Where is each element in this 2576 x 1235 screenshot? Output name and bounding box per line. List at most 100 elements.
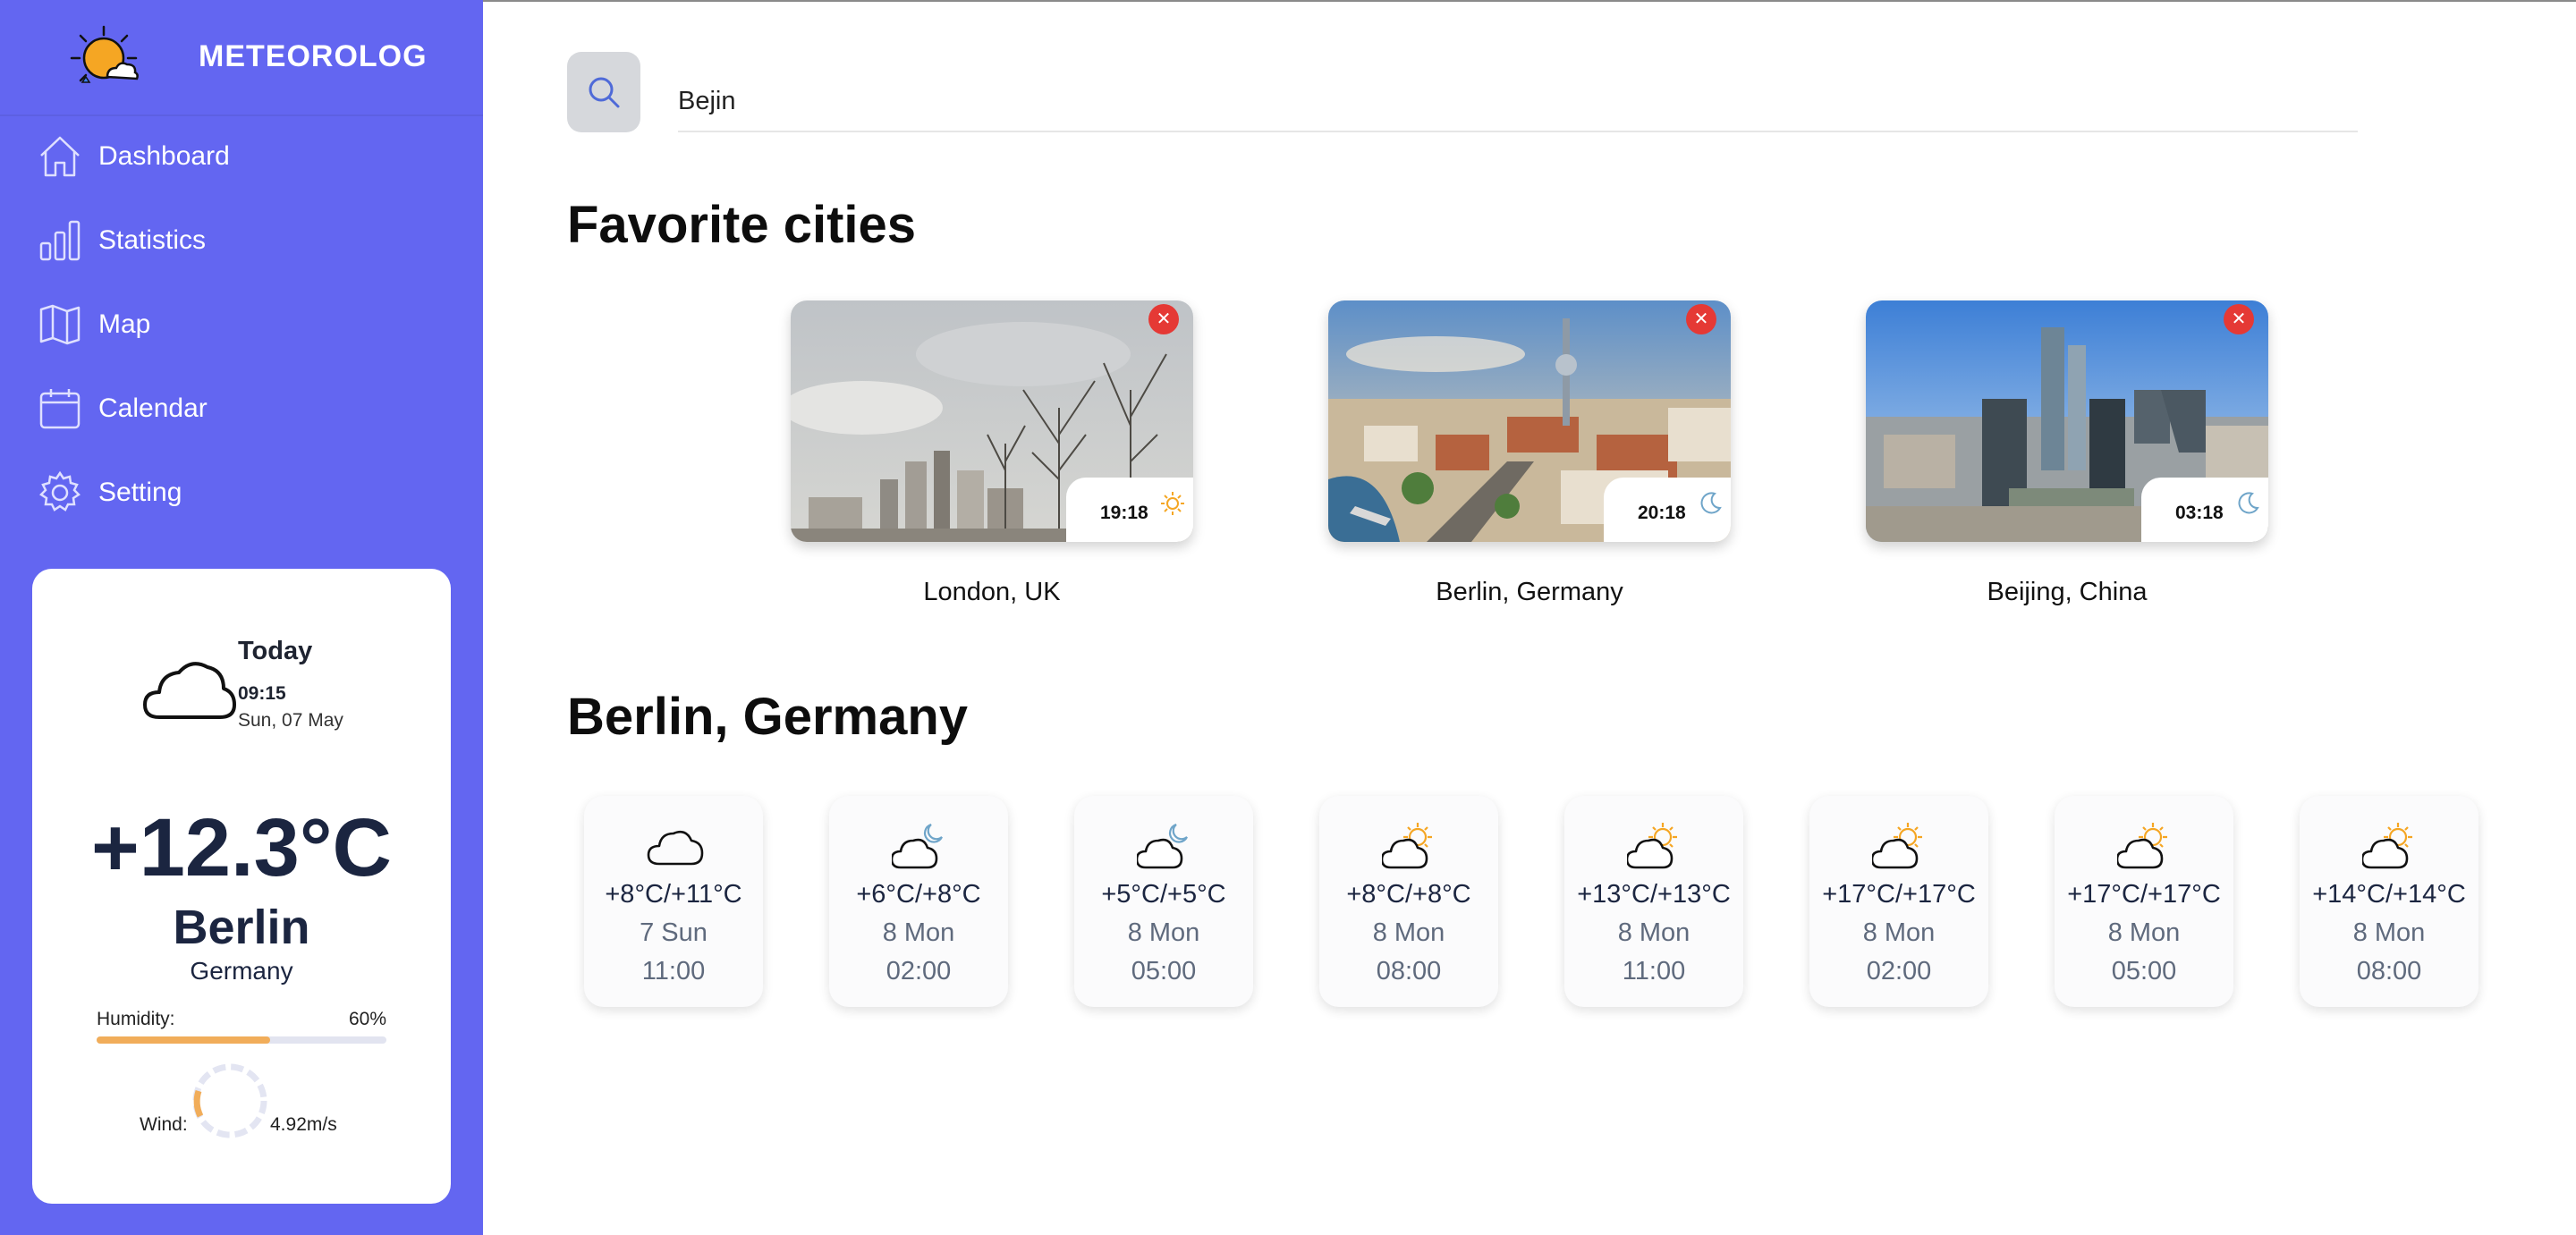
- home-icon: [36, 132, 84, 181]
- humidity-bar-fill: [97, 1036, 271, 1044]
- sidebar-item-label: Calendar: [98, 393, 208, 423]
- cloud-icon: [647, 830, 704, 866]
- sun-cloud-icon: [2362, 823, 2412, 869]
- sidebar: METEOROLOG Dashboard Statistics Map Cale…: [0, 0, 483, 1235]
- forecast-card[interactable]: +14°C/+14°C 8 Mon 08:00: [2300, 796, 2479, 1007]
- city-local-time: 03:18: [2175, 503, 2224, 523]
- wind-value: 4.92m/s: [270, 1114, 337, 1135]
- sidebar-item-map[interactable]: Map: [36, 293, 447, 356]
- wind-label: Wind:: [140, 1114, 188, 1135]
- city-photo: ✕ 20:18: [1328, 300, 1731, 542]
- forecast-hour: 08:00: [1376, 957, 1442, 985]
- city-name: Berlin, Germany: [1436, 578, 1623, 606]
- forecast-card[interactable]: +8°C/+11°C 7 Sun 11:00: [584, 796, 763, 1007]
- forecast-temperature: +8°C/+11°C: [605, 880, 742, 909]
- search-input[interactable]: [678, 70, 2358, 132]
- forecast-day: 8 Mon: [1127, 918, 1200, 947]
- today-time: 09:15: [238, 683, 286, 704]
- forecast-hour: 02:00: [886, 957, 952, 985]
- brand[interactable]: METEOROLOG: [0, 0, 483, 116]
- sidebar-item-label: Setting: [98, 478, 182, 507]
- forecast-card[interactable]: +17°C/+17°C 8 Mon 05:00: [2055, 796, 2233, 1007]
- forecast-day: 7 Sun: [640, 918, 708, 947]
- forecast-hour: 02:00: [1866, 957, 1932, 985]
- city-photo: ✕ 19:18: [791, 300, 1193, 542]
- forecast-temperature: +5°C/+5°C: [1101, 880, 1226, 909]
- sidebar-item-label: Dashboard: [98, 141, 230, 171]
- sidebar-item-dashboard[interactable]: Dashboard: [36, 125, 447, 188]
- forecast-hour: 11:00: [1622, 957, 1686, 985]
- city-time-badge: 19:18: [1066, 478, 1193, 542]
- forecast-hour: 05:00: [2111, 957, 2177, 985]
- calendar-icon: [36, 385, 84, 433]
- moon-icon: [1700, 492, 1722, 514]
- forecast-day: 8 Mon: [2107, 918, 2181, 947]
- bar-chart-icon: [36, 216, 84, 265]
- gear-icon: [36, 469, 84, 517]
- city-time-badge: 20:18: [1604, 478, 1731, 542]
- search-button[interactable]: [567, 52, 640, 132]
- forecast-card[interactable]: +6°C/+8°C 8 Mon 02:00: [829, 796, 1008, 1007]
- sidebar-item-setting[interactable]: Setting: [36, 461, 447, 524]
- forecast-day: 8 Mon: [2352, 918, 2426, 947]
- current-country: Germany: [190, 957, 293, 985]
- forecast-day: 8 Mon: [882, 918, 955, 947]
- wind-gauge: [192, 1063, 267, 1138]
- cloud-moon-icon: [892, 823, 943, 869]
- sidebar-item-statistics[interactable]: Statistics: [36, 209, 447, 272]
- city-time-badge: 03:18: [2141, 478, 2268, 542]
- remove-favorite-button[interactable]: ✕: [1148, 304, 1179, 334]
- today-weather-card: Today 09:15 Sun, 07 May +12.3°C Berlin G…: [32, 569, 451, 1204]
- forecast-temperature: +13°C/+13°C: [1577, 880, 1731, 909]
- forecast-temperature: +8°C/+8°C: [1346, 880, 1471, 909]
- cloud-icon: [143, 662, 236, 719]
- forecast-card[interactable]: +17°C/+17°C 8 Mon 02:00: [1809, 796, 1988, 1007]
- sun-cloud-icon: [1872, 823, 1922, 869]
- today-label: Today: [238, 637, 313, 665]
- forecast-card[interactable]: +13°C/+13°C 8 Mon 11:00: [1564, 796, 1743, 1007]
- forecast-card[interactable]: +8°C/+8°C 8 Mon 08:00: [1319, 796, 1498, 1007]
- weather-logo-icon: [70, 25, 139, 83]
- moon-icon: [2238, 492, 2259, 514]
- city-name: Beijing, China: [1987, 578, 2148, 606]
- forecast-temperature: +14°C/+14°C: [2312, 880, 2466, 909]
- humidity-value: 60%: [348, 1009, 386, 1029]
- sun-cloud-icon: [2117, 823, 2167, 869]
- forecast-city-title: Berlin, Germany: [567, 688, 969, 746]
- forecast-temperature: +17°C/+17°C: [2067, 880, 2221, 909]
- forecast-day: 8 Mon: [1617, 918, 1690, 947]
- remove-favorite-button[interactable]: ✕: [2224, 304, 2254, 334]
- city-name: London, UK: [923, 578, 1061, 606]
- forecast-hour: 11:00: [641, 957, 706, 985]
- sun-cloud-icon: [1382, 823, 1432, 869]
- humidity-label: Humidity:: [97, 1009, 175, 1029]
- forecast-temperature: +17°C/+17°C: [1822, 880, 1976, 909]
- app-name: METEOROLOG: [199, 39, 428, 73]
- humidity-bar: [97, 1036, 386, 1044]
- forecast-temperature: +6°C/+8°C: [856, 880, 981, 909]
- sun-cloud-icon: [1627, 823, 1677, 869]
- favorite-city-card[interactable]: ✕ 03:18 Beijing, China: [1866, 300, 2268, 607]
- forecast-day: 8 Mon: [1862, 918, 1936, 947]
- current-temperature: +12.3°C: [90, 802, 392, 893]
- forecast-day: 8 Mon: [1372, 918, 1445, 947]
- sidebar-item-calendar[interactable]: Calendar: [36, 377, 447, 440]
- search-icon: [589, 77, 620, 108]
- favorite-city-card[interactable]: ✕ 19:18 London, UK: [791, 300, 1193, 607]
- current-city: Berlin: [173, 901, 310, 954]
- sun-icon: [1161, 492, 1184, 515]
- cloud-moon-icon: [1137, 823, 1188, 869]
- favorite-city-card[interactable]: ✕ 20:18 Berlin, Germany: [1328, 300, 1731, 607]
- forecast-hour: 08:00: [2356, 957, 2422, 985]
- forecast-card[interactable]: +5°C/+5°C 8 Mon 05:00: [1074, 796, 1253, 1007]
- city-local-time: 19:18: [1100, 503, 1148, 523]
- sidebar-item-label: Map: [98, 309, 151, 339]
- forecast-hour: 05:00: [1131, 957, 1197, 985]
- city-local-time: 20:18: [1638, 503, 1686, 523]
- map-icon: [36, 300, 84, 349]
- city-photo: ✕ 03:18: [1866, 300, 2268, 542]
- favorites-title: Favorite cities: [567, 196, 917, 254]
- sidebar-item-label: Statistics: [98, 225, 207, 255]
- today-date: Sun, 07 May: [238, 710, 343, 731]
- remove-favorite-button[interactable]: ✕: [1686, 304, 1716, 334]
